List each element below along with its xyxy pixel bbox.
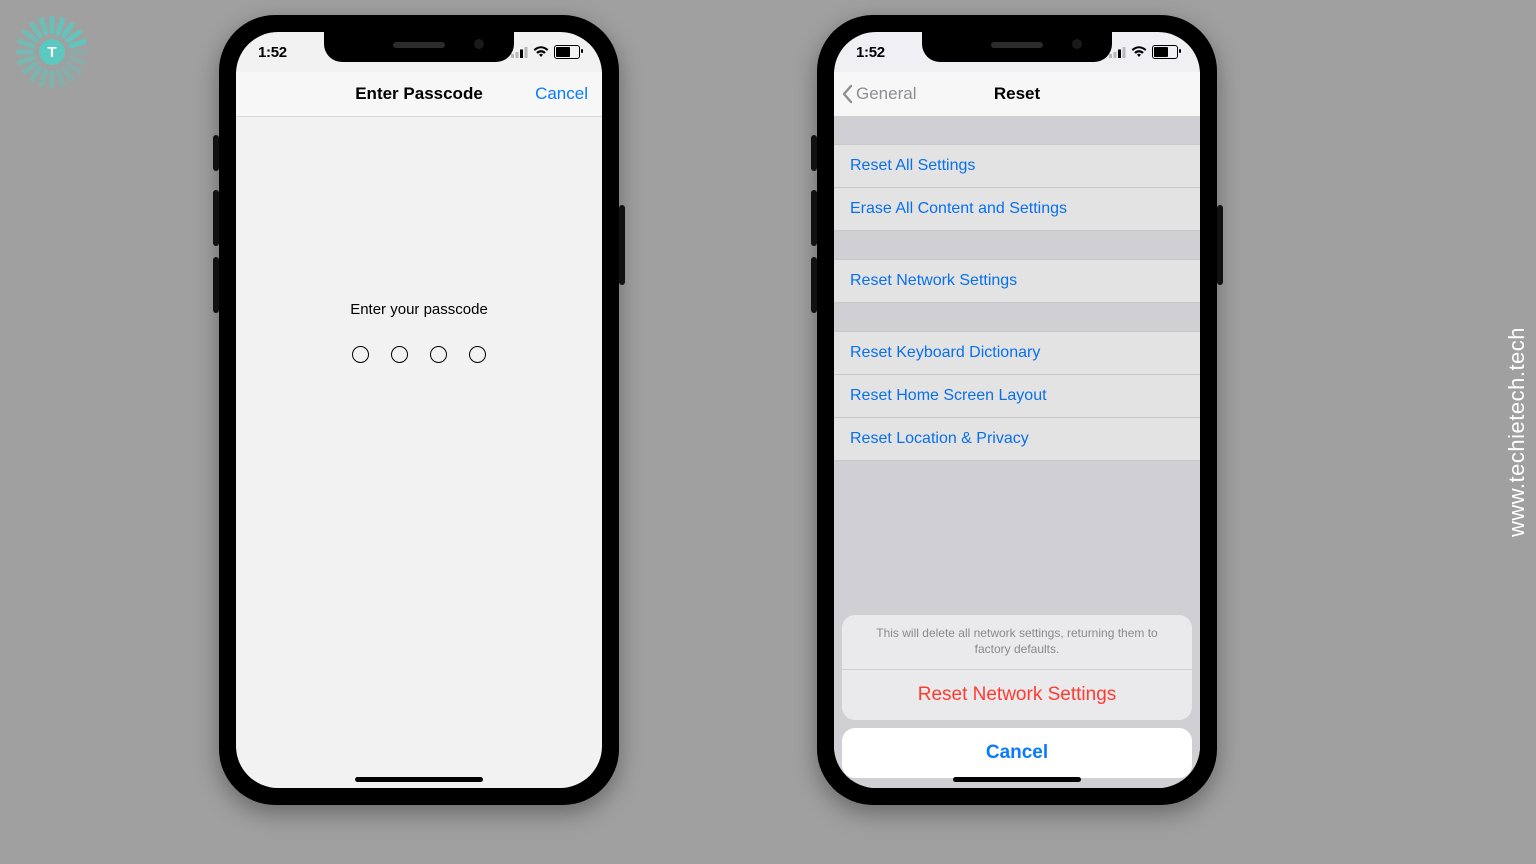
phone-left: 1:52 Enter Passcode Cancel Enter your pa…	[219, 15, 619, 805]
action-sheet-cancel-button[interactable]: Cancel	[842, 728, 1192, 778]
chevron-left-icon	[842, 84, 854, 104]
reset-location-privacy-row[interactable]: Reset Location & Privacy	[834, 418, 1200, 460]
erase-all-content-row[interactable]: Erase All Content and Settings	[834, 188, 1200, 230]
passcode-dot	[469, 346, 486, 363]
passcode-dot	[391, 346, 408, 363]
site-logo: T	[12, 12, 92, 92]
action-sheet-message: This will delete all network settings, r…	[842, 615, 1192, 670]
passcode-dots	[352, 346, 486, 363]
nav-title: Enter Passcode	[355, 84, 483, 104]
back-button[interactable]: General	[842, 72, 916, 116]
passcode-prompt: Enter your passcode	[350, 301, 488, 318]
home-indicator	[953, 777, 1081, 782]
battery-icon	[1152, 45, 1178, 59]
status-time: 1:52	[856, 44, 885, 61]
reset-all-settings-row[interactable]: Reset All Settings	[834, 145, 1200, 188]
passcode-dot	[352, 346, 369, 363]
battery-icon	[554, 45, 580, 59]
nav-bar: Enter Passcode Cancel	[236, 72, 602, 117]
watermark-text: www.techietech.tech	[1504, 327, 1530, 537]
reset-keyboard-dictionary-row[interactable]: Reset Keyboard Dictionary	[834, 332, 1200, 375]
svg-text:T: T	[47, 44, 56, 61]
cellular-icon	[1109, 47, 1126, 58]
passcode-dot	[430, 346, 447, 363]
back-label: General	[856, 84, 916, 104]
home-indicator	[355, 777, 483, 782]
phone-right: 1:52 General Reset Reset All Settings	[817, 15, 1217, 805]
action-sheet: This will delete all network settings, r…	[842, 615, 1192, 778]
action-sheet-destructive-button[interactable]: Reset Network Settings	[842, 670, 1192, 720]
wifi-icon	[533, 46, 549, 58]
wifi-icon	[1131, 46, 1147, 58]
status-time: 1:52	[258, 44, 287, 61]
cellular-icon	[511, 47, 528, 58]
nav-title: Reset	[994, 84, 1040, 104]
nav-bar: General Reset	[834, 72, 1200, 117]
cancel-button[interactable]: Cancel	[535, 72, 588, 116]
reset-network-settings-row[interactable]: Reset Network Settings	[834, 260, 1200, 302]
reset-home-screen-layout-row[interactable]: Reset Home Screen Layout	[834, 375, 1200, 418]
